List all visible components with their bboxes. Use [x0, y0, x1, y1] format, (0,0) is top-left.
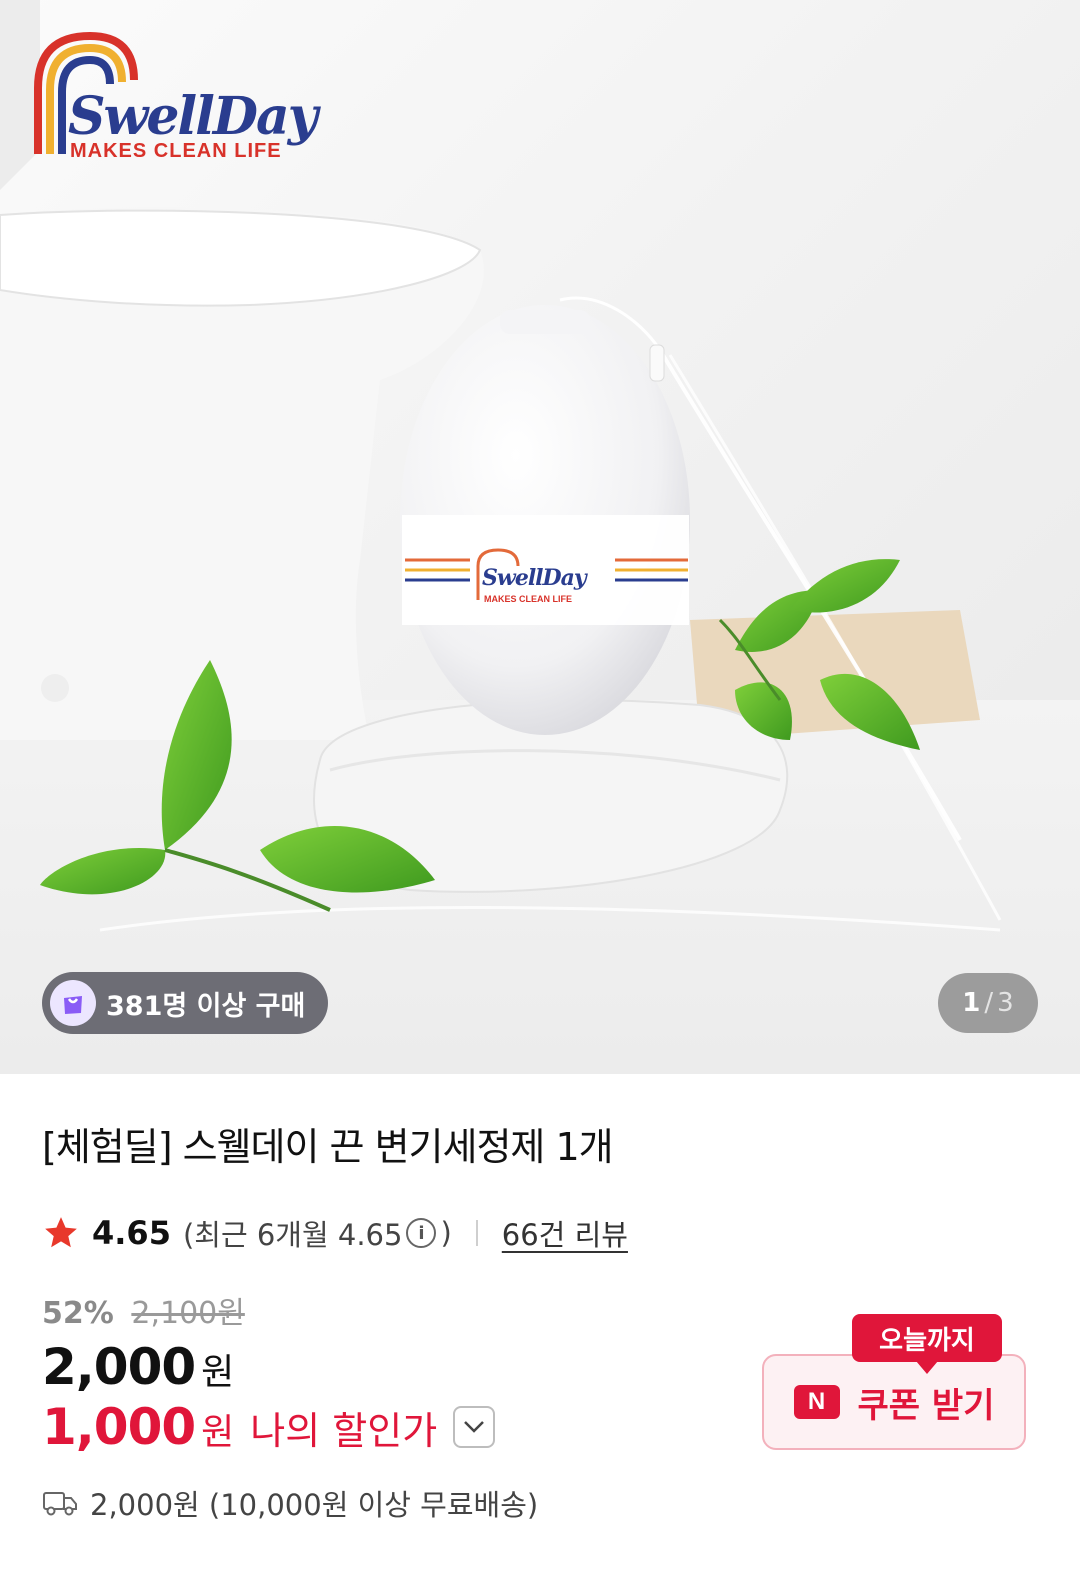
- shopping-bag-icon: [50, 980, 96, 1026]
- recent-rating-close: ): [440, 1216, 452, 1250]
- my-price-label: 나의 할인가: [250, 1409, 438, 1453]
- discount-row: 52% 2,100원: [42, 1288, 245, 1332]
- sale-price: 2,000 원: [42, 1338, 234, 1396]
- chevron-down-icon[interactable]: [453, 1406, 496, 1448]
- buyers-count-badge: 381명 이상 구매: [42, 972, 328, 1034]
- today-only-badge: 오늘까지: [852, 1314, 1002, 1374]
- discount-percent: 52%: [42, 1296, 114, 1331]
- my-discount-price: 1,000 원 나의 할인가: [42, 1398, 496, 1456]
- my-price-value: 1,000: [42, 1398, 196, 1456]
- naver-icon: N: [793, 1385, 840, 1419]
- buyers-count-text: 381명 이상 구매: [106, 990, 306, 1022]
- info-icon[interactable]: i: [406, 1218, 437, 1248]
- product-label-wordmark: SwellDay: [482, 565, 587, 591]
- divider: [475, 1220, 478, 1246]
- brand-logo: SwellDay MAKES CLEAN LIFE: [30, 28, 330, 168]
- product-title: [체험딜] 스웰데이 끈 변기세정제 1개: [42, 1125, 614, 1169]
- truck-icon: [43, 1492, 77, 1516]
- sale-price-value: 2,000: [42, 1338, 196, 1396]
- review-count-link[interactable]: 66건 리뷰: [502, 1212, 628, 1254]
- sale-price-currency: 원: [201, 1352, 235, 1393]
- product-label-tagline: MAKES CLEAN LIFE: [484, 594, 573, 604]
- logo-wordmark: SwellDay: [68, 86, 318, 147]
- star-icon: [45, 1217, 77, 1248]
- rating-row: 4.65 (최근 6개월 4.65 i ) 66건 리뷰: [42, 1208, 628, 1258]
- shipping-text: 2,000원 (10,000원 이상 무료배송): [90, 1488, 539, 1522]
- pager-separator: /: [984, 988, 994, 1018]
- pager-current: 1: [962, 988, 981, 1018]
- shipping-info: 2,000원 (10,000원 이상 무료배송): [42, 1482, 538, 1524]
- original-price: 2,100원: [131, 1296, 245, 1331]
- pager-total: 3: [997, 988, 1014, 1018]
- recent-rating-text: (최근 6개월 4.65: [182, 1218, 403, 1252]
- coupon-button[interactable]: N 쿠폰 받기: [762, 1354, 1026, 1450]
- rating-score: 4.65: [92, 1214, 171, 1252]
- logo-tagline: MAKES CLEAN LIFE: [70, 140, 282, 162]
- product-image-carousel[interactable]: SwellDay MAKES CLEAN LIFE SwellDay MAKES…: [0, 0, 1080, 1074]
- image-pager: 1 / 3: [938, 973, 1038, 1033]
- coupon-button-label: 쿠폰 받기: [857, 1385, 995, 1426]
- my-price-currency: 원: [201, 1412, 235, 1453]
